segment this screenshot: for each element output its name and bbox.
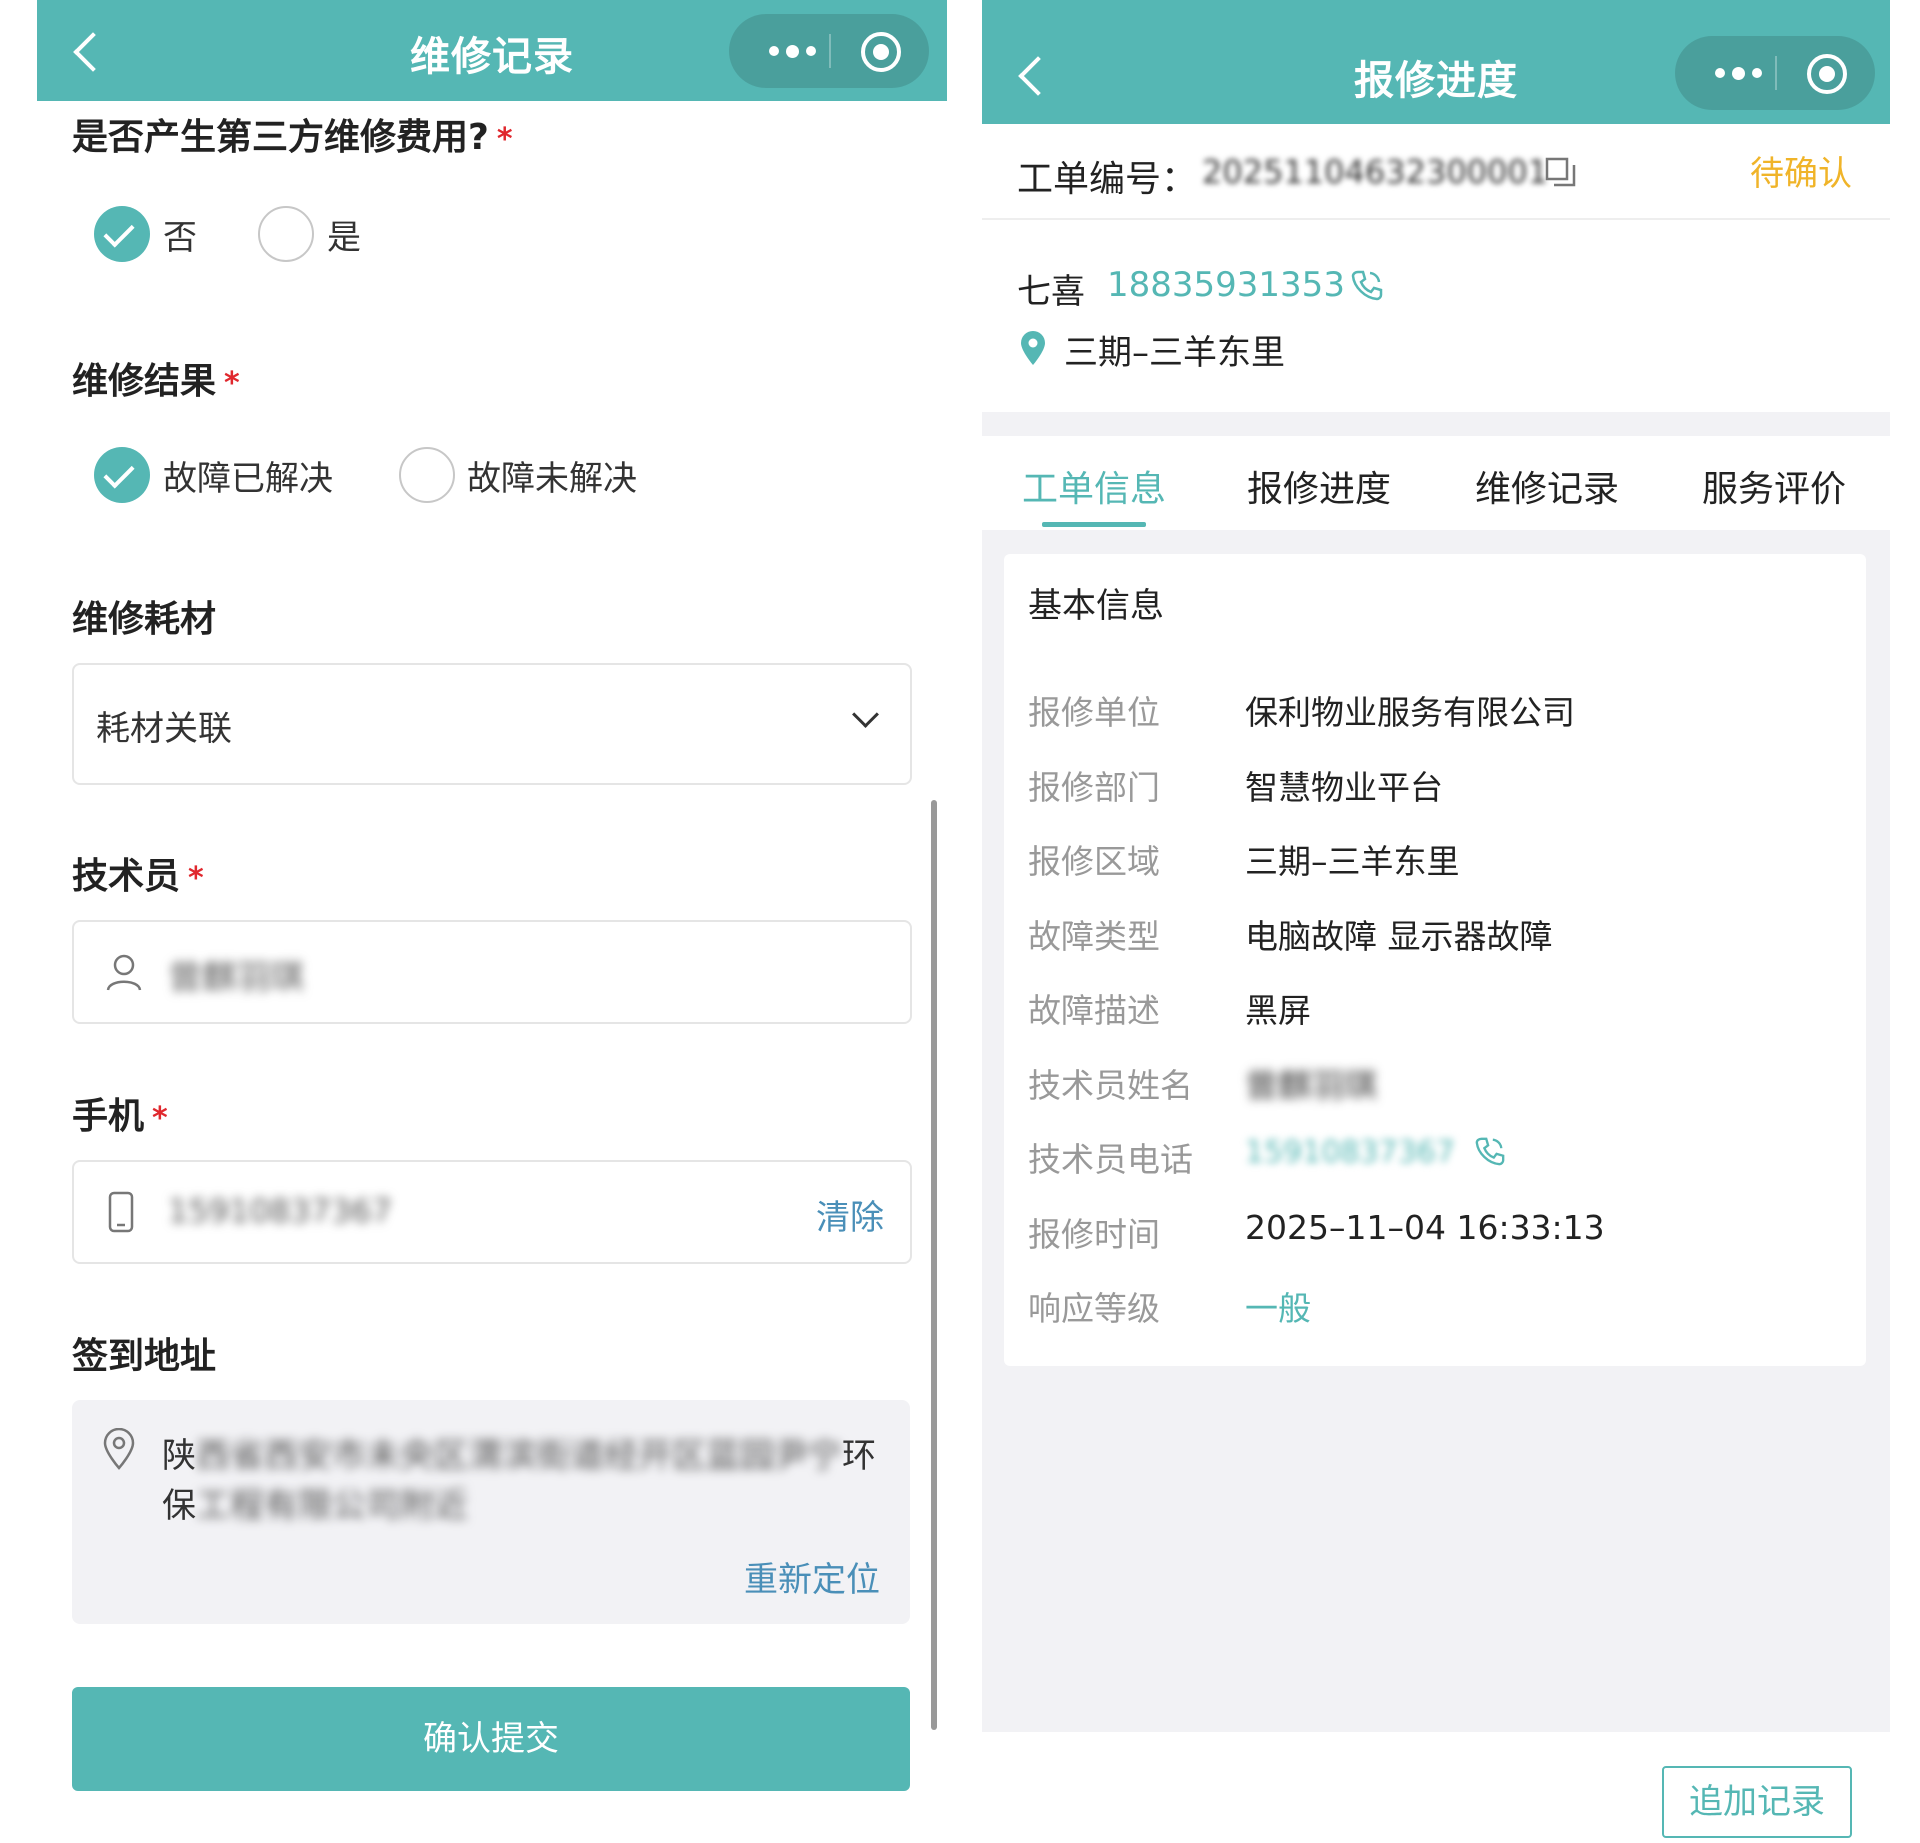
back-icon[interactable] — [1018, 56, 1058, 96]
phone-field[interactable]: 15910837367 清除 — [72, 1160, 912, 1264]
checkin-address-box: 陕西省西安市未央区渭滨街道经开区蓝园尹宁环 保工程有限公司附近 重新定位 — [72, 1400, 910, 1624]
repair-result-label: 维修结果 * — [72, 361, 240, 402]
info-value: 一般 — [1245, 1289, 1311, 1328]
info-value[interactable]: 15910837367 — [1245, 1135, 1455, 1170]
page-title: 维修记录 — [410, 34, 574, 80]
materials-select[interactable]: 耗材关联 — [72, 663, 912, 785]
phone-call-icon[interactable] — [1350, 268, 1384, 302]
radio-no-check-icon[interactable] — [94, 206, 150, 262]
info-row: 技术员电话 15910837367 — [1028, 1133, 1848, 1207]
nav-bar: 报修进度 — [982, 0, 1890, 124]
tab-service-rating[interactable]: 服务评价 — [1702, 460, 1846, 512]
info-row: 故障描述 黑屏 — [1028, 984, 1848, 1058]
info-key: 故障类型 — [1028, 917, 1160, 956]
tab-repair-progress[interactable]: 报修进度 — [1247, 460, 1391, 512]
radio-unresolved-label[interactable]: 故障未解决 — [467, 451, 637, 500]
info-value: 曾麒羽琪 — [1245, 1066, 1377, 1105]
radio-resolved-check-icon[interactable] — [94, 447, 150, 503]
contact-name: 七喜 — [1017, 272, 1085, 312]
radio-no-label[interactable]: 否 — [163, 210, 197, 259]
page-title: 报修进度 — [1354, 58, 1518, 104]
basic-info-card: 基本信息 报修单位 保利物业服务有限公司 报修部门 智慧物业平台 报修区域 三期… — [1004, 554, 1866, 1366]
checkin-address-label: 签到地址 — [72, 1336, 217, 1377]
info-key: 报修部门 — [1028, 768, 1160, 807]
tab-active-indicator — [1042, 522, 1146, 527]
contact-location: 三期–三羊东里 — [1064, 333, 1285, 373]
info-key: 报修单位 — [1028, 693, 1160, 732]
add-record-button[interactable]: 追加记录 — [1662, 1766, 1852, 1838]
back-icon[interactable] — [73, 32, 113, 72]
info-row: 报修单位 保利物业服务有限公司 — [1028, 686, 1848, 760]
info-key: 报修区域 — [1028, 842, 1160, 881]
tab-bar: 工单信息 报修进度 维修记录 服务评价 — [982, 436, 1890, 530]
info-key: 报修时间 — [1028, 1215, 1160, 1254]
info-row: 报修部门 智慧物业平台 — [1028, 761, 1848, 835]
scrollbar[interactable] — [931, 800, 937, 1730]
location-icon — [103, 1428, 135, 1470]
mini-program-capsule — [729, 14, 929, 88]
chevron-down-icon — [852, 701, 879, 728]
info-key: 技术员姓名 — [1028, 1066, 1193, 1105]
repair-record-screen: 维修记录 是否产生第三方维修费用? * 否 是 维修结果 * 故障已解决 故障未解决… — [37, 0, 947, 1843]
order-number-value: 20251104632300001 — [1202, 153, 1549, 191]
nav-bar: 维修记录 — [37, 0, 947, 101]
tab-order-info[interactable]: 工单信息 — [1022, 460, 1166, 512]
phone-value: 15910837367 — [168, 1192, 392, 1230]
info-value: 黑屏 — [1245, 991, 1311, 1030]
third-party-fee-label: 是否产生第三方维修费用? * — [72, 117, 513, 158]
technician-value: 曾麒羽琪 — [168, 958, 304, 998]
radio-resolved-label[interactable]: 故障已解决 — [163, 451, 333, 500]
clear-button[interactable]: 清除 — [816, 1190, 884, 1239]
status-badge: 待确认 — [1750, 154, 1852, 194]
info-value: 保利物业服务有限公司 — [1245, 693, 1575, 732]
info-value: 智慧物业平台 — [1245, 768, 1443, 807]
capsule-divider — [1775, 56, 1777, 90]
info-key: 故障描述 — [1028, 991, 1160, 1030]
technician-label: 技术员 * — [72, 856, 204, 897]
mini-program-capsule — [1675, 36, 1875, 110]
radio-yes-label[interactable]: 是 — [327, 210, 361, 259]
submit-button[interactable]: 确认提交 — [72, 1687, 910, 1791]
order-number-label: 工单编号： — [1017, 159, 1198, 200]
phone-label: 手机 * — [72, 1096, 168, 1137]
contact-phone[interactable]: 18835931353 — [1107, 265, 1345, 305]
info-row: 技术员姓名 曾麒羽琪 — [1028, 1059, 1848, 1133]
info-key: 技术员电话 — [1028, 1140, 1193, 1179]
checkin-address-line2: 保工程有限公司附近 — [162, 1486, 468, 1526]
mobile-icon — [108, 1191, 134, 1233]
target-icon[interactable] — [861, 32, 901, 72]
materials-select-value: 耗材关联 — [96, 709, 232, 749]
more-icon[interactable] — [757, 14, 827, 88]
info-value: 三期–三羊东里 — [1245, 842, 1460, 881]
tab-repair-record[interactable]: 维修记录 — [1475, 460, 1619, 512]
info-row: 报修时间 2025–11–04 16:33:13 — [1028, 1208, 1848, 1282]
info-value: 电脑故障 显示器故障 — [1245, 917, 1553, 956]
radio-unresolved[interactable] — [399, 447, 455, 503]
target-icon[interactable] — [1807, 54, 1847, 94]
radio-yes[interactable] — [258, 206, 314, 262]
info-row: 报修区域 三期–三羊东里 — [1028, 835, 1848, 909]
technician-field[interactable]: 曾麒羽琪 — [72, 920, 912, 1024]
more-icon[interactable] — [1703, 36, 1773, 110]
basic-info-title: 基本信息 — [1028, 586, 1164, 626]
repair-progress-screen: 报修进度 工单编号： 20251104632300001 待确认 七喜 1883… — [982, 0, 1890, 1843]
relocate-button[interactable]: 重新定位 — [744, 1552, 880, 1601]
capsule-divider — [829, 34, 831, 68]
info-value: 2025–11–04 16:33:13 — [1245, 1208, 1605, 1247]
location-icon — [1021, 331, 1045, 365]
info-key: 响应等级 — [1028, 1289, 1160, 1328]
info-row: 故障类型 电脑故障 显示器故障 — [1028, 910, 1848, 984]
checkin-address-line1: 陕西省西安市未央区渭滨街道经开区蓝园尹宁环 — [162, 1436, 876, 1476]
divider — [982, 218, 1890, 220]
info-row: 响应等级 一般 — [1028, 1282, 1848, 1356]
phone-call-icon[interactable] — [1474, 1135, 1506, 1167]
materials-label: 维修耗材 — [72, 599, 217, 640]
copy-icon[interactable] — [1544, 156, 1578, 190]
user-icon — [106, 954, 142, 991]
